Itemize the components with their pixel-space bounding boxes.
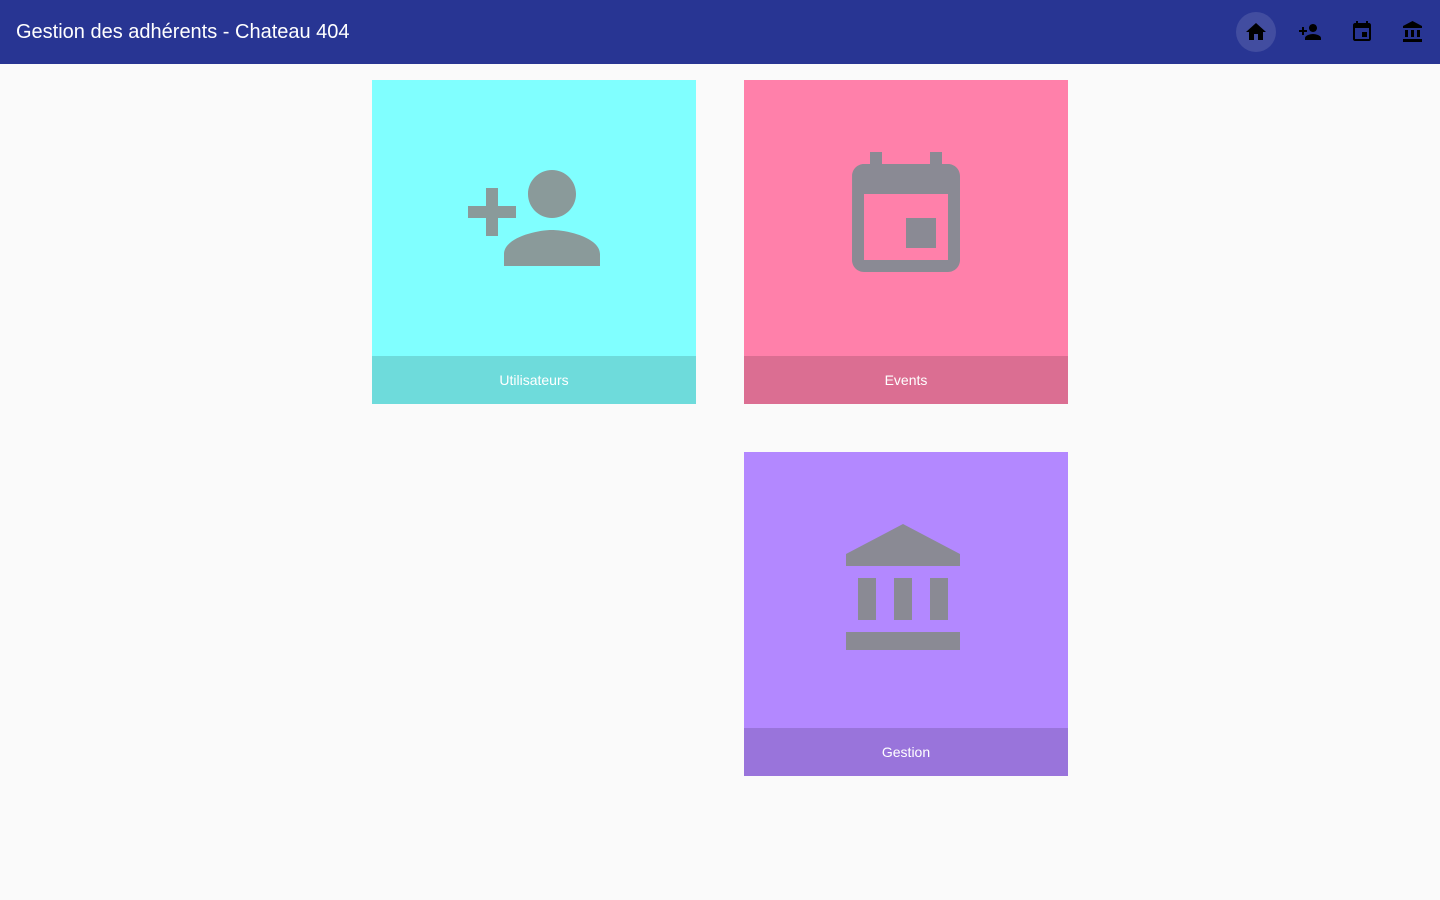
account-balance-icon xyxy=(1403,21,1422,42)
person-add-icon xyxy=(1299,24,1321,40)
tile-label: Gestion xyxy=(744,728,1068,776)
tile-icon-area xyxy=(372,80,696,356)
nav-events-button[interactable] xyxy=(1342,12,1382,52)
account-balance-icon xyxy=(846,524,960,650)
nav-home-button[interactable] xyxy=(1236,12,1276,52)
nav-gestion-button[interactable] xyxy=(1393,12,1433,52)
event-icon xyxy=(852,152,960,272)
tile-label: Utilisateurs xyxy=(372,356,696,404)
tile-events[interactable]: Events xyxy=(744,80,1068,404)
app-title: Gestion des adhérents - Chateau 404 xyxy=(16,21,350,43)
nav-users-button[interactable] xyxy=(1290,12,1330,52)
event-icon xyxy=(1353,21,1371,41)
tile-label: Events xyxy=(744,356,1068,404)
person-add-icon xyxy=(468,170,600,266)
tile-icon-area xyxy=(744,80,1068,356)
tile-icon-area xyxy=(744,452,1068,728)
tile-gestion[interactable]: Gestion xyxy=(744,452,1068,776)
app-toolbar: Gestion des adhérents - Chateau 404 xyxy=(0,0,1440,64)
tile-utilisateurs[interactable]: Utilisateurs xyxy=(372,80,696,404)
home-icon xyxy=(1246,23,1266,40)
